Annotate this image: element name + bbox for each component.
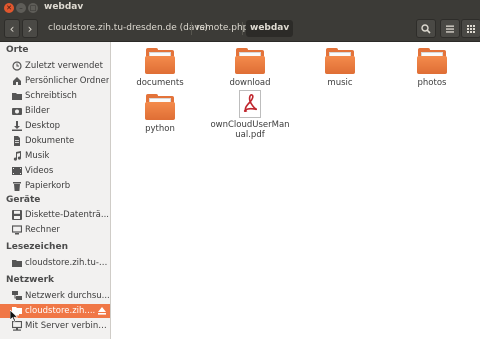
sidebar-item-label: Rechner (25, 225, 60, 235)
section-header-lesezeichen: Lesezeichen (6, 242, 68, 252)
menu-button[interactable] (440, 19, 460, 38)
sidebar-item-label: Schreibtisch (25, 91, 77, 101)
sidebar-item-bookmark-cloudstore[interactable]: cloudstore.zih.tu-d... (0, 256, 110, 270)
sidebar-item-label: cloudstore.zih.... (25, 306, 96, 316)
sidebar-item-label: Videos (25, 166, 54, 176)
breadcrumb-separator (191, 22, 192, 35)
folder-icon (145, 94, 175, 120)
folder-icon (12, 258, 22, 268)
forward-button[interactable]: › (22, 19, 38, 38)
file-view: documents download music photos python o… (111, 42, 480, 339)
breadcrumb-current[interactable]: webdav (246, 20, 294, 37)
music-icon (12, 151, 22, 161)
folder-icon (417, 48, 447, 74)
search-icon (421, 23, 431, 34)
toolbar: ‹ › cloudstore.zih.tu-dresden.de (davs) … (0, 16, 480, 42)
clock-icon (12, 61, 22, 71)
window-title: webdav (44, 2, 84, 12)
breadcrumb-host[interactable]: cloudstore.zih.tu-dresden.de (davs) (48, 20, 208, 37)
server-icon (12, 321, 22, 331)
sidebar-item-bilder[interactable]: Bilder (0, 104, 110, 118)
back-button[interactable]: ‹ (4, 19, 20, 38)
floppy-icon (12, 210, 22, 220)
home-icon (12, 76, 22, 86)
section-header-geraete: Geräte (6, 195, 41, 205)
file-name: documents (136, 78, 184, 88)
sidebar-item-musik[interactable]: Musik (0, 149, 110, 163)
sidebar-item-browse-network[interactable]: Netzwerk durchsu... (0, 289, 110, 303)
sidebar-item-label: Papierkorb (25, 181, 71, 191)
window-controls: ✕ – □ (4, 3, 38, 13)
file-name: music (327, 78, 353, 88)
section-header-orte: Orte (6, 45, 29, 55)
sidebar-item-label: Persönlicher Ordner (25, 76, 110, 86)
desktop-folder-icon (12, 91, 22, 101)
grid-icon (467, 24, 475, 33)
sidebar-item-rechner[interactable]: Rechner (0, 223, 110, 237)
sidebar-item-label: Desktop (25, 121, 61, 131)
breadcrumb-remote[interactable]: remote.php (196, 20, 248, 37)
sidebar-item-schreibtisch[interactable]: Schreibtisch (0, 89, 110, 103)
sidebar-item-home[interactable]: Persönlicher Ordner (0, 74, 110, 88)
view-grid-button[interactable] (461, 19, 480, 38)
sidebar-item-label: Dokumente (25, 136, 75, 146)
sidebar-item-papierkorb[interactable]: Papierkorb (0, 179, 110, 193)
breadcrumb-separator (242, 22, 243, 35)
file-name: photos (417, 78, 447, 88)
pdf-icon (235, 90, 265, 118)
file-item-music[interactable]: music (310, 48, 370, 88)
sidebar-item-label: Netzwerk durchsu... (25, 291, 110, 301)
hamburger-icon (446, 25, 454, 33)
sidebar-item-floppy[interactable]: Diskette-Datenträ... (0, 208, 110, 222)
file-name: ownCloudUserManual.pdf (210, 120, 290, 140)
eject-icon[interactable] (97, 306, 107, 316)
trash-icon (12, 181, 22, 191)
file-name: python (145, 124, 175, 134)
sidebar-item-desktop[interactable]: Desktop (0, 119, 110, 133)
sidebar: Orte Zuletzt verwendet Persönlicher Ordn… (0, 42, 111, 339)
download-icon (12, 121, 22, 131)
computer-icon (12, 225, 22, 235)
search-button[interactable] (416, 19, 436, 38)
document-icon (12, 136, 22, 146)
sidebar-item-label: Diskette-Datenträ... (25, 210, 109, 220)
sidebar-item-recent[interactable]: Zuletzt verwendet (0, 59, 110, 73)
folder-icon (145, 48, 175, 74)
file-item-download[interactable]: download (220, 48, 280, 88)
section-header-netzwerk: Netzwerk (6, 275, 55, 285)
sidebar-item-label: Mit Server verbinden (25, 321, 110, 331)
maximize-window-button[interactable]: □ (28, 3, 38, 13)
minimize-window-button[interactable]: – (16, 3, 26, 13)
sidebar-item-label: cloudstore.zih.tu-d... (25, 258, 110, 268)
camera-icon (12, 106, 22, 116)
sidebar-item-videos[interactable]: Videos (0, 164, 110, 178)
title-bar: ✕ – □ webdav (0, 0, 480, 16)
close-window-button[interactable]: ✕ (4, 3, 14, 13)
file-item-documents[interactable]: documents (130, 48, 190, 88)
sidebar-item-label: Zuletzt verwendet (25, 61, 103, 71)
file-item-photos[interactable]: photos (402, 48, 462, 88)
file-item-pdf[interactable]: ownCloudUserManual.pdf (210, 90, 290, 140)
network-icon (12, 291, 22, 301)
file-name: download (229, 78, 271, 88)
mouse-cursor-icon (10, 310, 18, 322)
folder-icon (325, 48, 355, 74)
sidebar-item-label: Bilder (25, 106, 50, 116)
folder-icon (235, 48, 265, 74)
file-item-python[interactable]: python (130, 94, 190, 134)
sidebar-item-dokumente[interactable]: Dokumente (0, 134, 110, 148)
video-icon (12, 166, 22, 176)
sidebar-item-label: Musik (25, 151, 50, 161)
